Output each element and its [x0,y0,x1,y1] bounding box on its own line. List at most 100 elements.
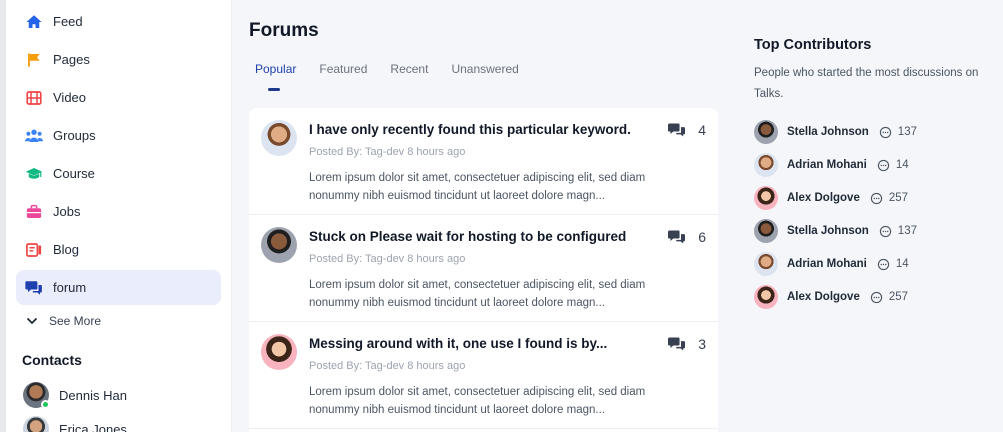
reply-count-value: 3 [698,336,706,352]
avatar [754,252,778,276]
forum-tabs: Popular Featured Recent Unanswered [255,62,542,91]
flag-icon [24,50,44,70]
contributor-name: Adrian Mohani [787,258,867,270]
comment-icon [877,258,890,270]
thread-title[interactable]: Messing around with it, one use I found … [309,336,607,351]
sidebar-item-label: Video [53,90,87,105]
thread-title[interactable]: I have only recently found this particul… [309,122,631,137]
thread-title[interactable]: Stuck on Please wait for hosting to be c… [309,229,626,244]
comment-icon [879,126,891,138]
contact-item[interactable]: Dennis Han [23,382,127,409]
film-icon [24,88,44,108]
thread-item[interactable]: Stuck on Please wait for hosting to be c… [249,215,718,322]
discussion-count: 257 [870,291,908,304]
sidebar-item-label: Jobs [53,204,81,219]
sidebar-item-label: Groups [53,128,96,143]
replies-icon [668,337,686,351]
home-icon [24,12,44,32]
comment-icon [870,291,883,303]
contributor-name: Alex Dolgove [787,192,860,204]
thread-meta: Posted By: Tag-dev 8 hours ago [309,146,466,158]
comment-icon [877,159,890,171]
see-more-button[interactable]: See More [26,314,101,328]
replies-icon [668,230,686,244]
see-more-label: See More [49,314,102,328]
top-contributors-heading: Top Contributors [754,37,872,53]
reply-count-value: 4 [698,122,706,138]
comment-icon [879,225,891,237]
tab-popular[interactable]: Popular [255,62,296,91]
reply-count: 3 [668,336,706,352]
sidebar-item-video[interactable]: Video [16,80,221,115]
contributor-item[interactable]: Alex Dolgove 257 [754,285,908,309]
contributor-item[interactable]: Adrian Mohani 14 [754,153,909,177]
left-sidebar: Feed Pages Video Groups Course Jobs Blog… [0,0,232,432]
users-icon [24,126,44,146]
tab-featured[interactable]: Featured [319,62,367,76]
discussion-count: 14 [877,258,909,271]
contributor-item[interactable]: Stella Johnson 137 [754,120,917,144]
sidebar-item-forum[interactable]: forum [16,270,221,305]
sidebar-item-label: Feed [53,14,83,29]
discussion-count: 137 [879,126,917,139]
tab-unanswered[interactable]: Unanswered [451,62,518,76]
contributor-name: Alex Dolgove [787,291,860,303]
discussion-count-value: 257 [888,291,909,303]
graduation-cap-icon [24,164,44,184]
thread-list: I have only recently found this particul… [249,108,718,432]
discussion-count-value: 137 [897,126,917,138]
sidebar-item-groups[interactable]: Groups [16,118,221,153]
replies-icon [668,123,686,137]
reply-count: 6 [668,229,706,245]
contributor-name: Stella Johnson [787,126,869,138]
online-status-indicator [41,400,50,409]
contributor-item[interactable]: Stella Johnson 137 [754,219,917,243]
contact-name: Erica Jones [59,421,127,432]
discussion-count: 257 [870,192,908,205]
avatar [261,334,297,370]
avatar [754,219,778,243]
chat-icon [24,278,44,298]
sidebar-item-pages[interactable]: Pages [16,42,221,77]
sidebar-item-blog[interactable]: Blog [16,232,221,267]
sidebar-item-label: Course [53,166,95,181]
contributor-item[interactable]: Alex Dolgove 257 [754,186,908,210]
sidebar-item-label: Pages [53,52,90,67]
avatar [23,416,49,432]
briefcase-icon [24,202,44,222]
thread-item[interactable]: Messing around with it, one use I found … [249,322,718,429]
thread-excerpt: Lorem ipsum dolor sit amet, consectetuer… [309,172,646,202]
blog-icon [24,240,44,260]
sidebar-item-course[interactable]: Course [16,156,221,191]
chevron-down-icon [27,318,37,324]
reply-count-value: 6 [698,229,706,245]
sidebar-item-feed[interactable]: Feed [16,4,221,39]
contributor-name: Adrian Mohani [787,159,867,171]
thread-excerpt: Lorem ipsum dolor sit amet, consectetuer… [309,279,646,309]
thread-item[interactable]: I have only recently found this particul… [249,108,718,215]
contacts-heading: Contacts [22,352,82,368]
main-nav: Feed Pages Video Groups Course Jobs Blog… [16,4,221,308]
discussion-count: 137 [879,225,917,238]
discussion-count-value: 14 [895,159,909,171]
contact-name: Dennis Han [59,387,127,403]
tab-recent[interactable]: Recent [390,62,428,76]
thread-excerpt: Lorem ipsum dolor sit amet, consectetuer… [309,386,646,416]
sidebar-item-label: Blog [53,242,80,257]
thread-meta: Posted By: Tag-dev 8 hours ago [309,360,466,372]
avatar [261,120,297,156]
avatar [261,227,297,263]
sidebar-item-jobs[interactable]: Jobs [16,194,221,229]
thread-meta: Posted By: Tag-dev 8 hours ago [309,253,466,265]
avatar [23,382,50,409]
contributor-name: Stella Johnson [787,225,869,237]
contributor-item[interactable]: Adrian Mohani 14 [754,252,909,276]
avatar [754,285,778,309]
reply-count: 4 [668,122,706,138]
discussion-count: 14 [877,159,909,172]
avatar [754,186,778,210]
contact-item[interactable]: Erica Jones [23,416,127,432]
discussion-count-value: 137 [897,225,917,237]
avatar [754,153,778,177]
page-title: Forums [249,20,319,41]
